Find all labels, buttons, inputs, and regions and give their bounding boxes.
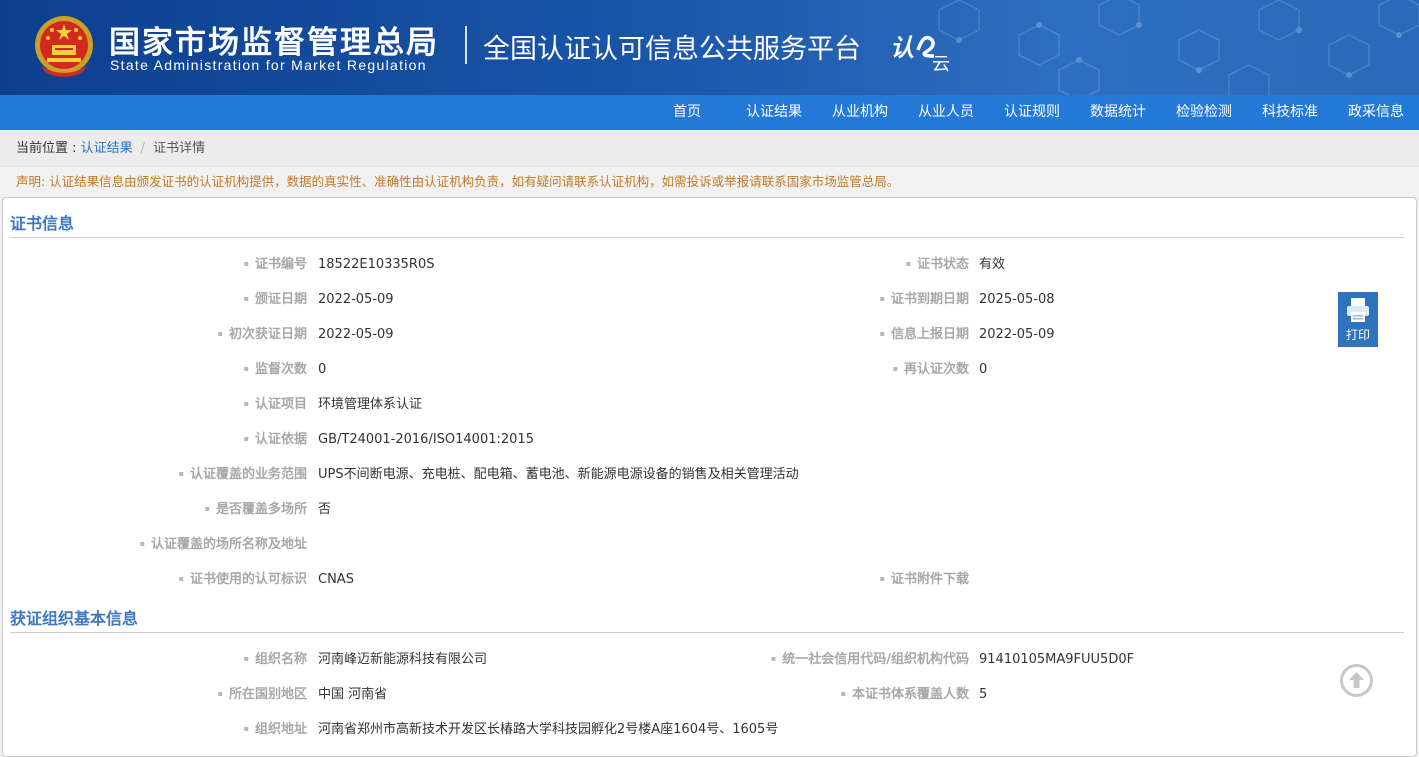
- field-row: 是否覆盖多场所 否: [0, 500, 1419, 520]
- field-value-issue-date: 2022-05-09: [318, 292, 394, 307]
- breadcrumb: 当前位置 : 认证结果 / 证书详情: [0, 130, 1419, 167]
- org-name-en: State Administration for Market Regulati…: [110, 57, 427, 73]
- field-value-covered-people: 5: [979, 687, 988, 702]
- platform-title: 全国认证认可信息公共服务平台: [483, 34, 861, 65]
- field-label: 证书状态: [906, 255, 969, 276]
- hexagon-pattern-decoration: [938, 0, 1419, 95]
- field-label: 证书编号: [244, 255, 307, 276]
- field-label: 监督次数: [244, 360, 307, 381]
- field-value-supervision-count: 0: [318, 362, 327, 377]
- field-row: 组织地址 河南省郑州市高新技术开发区长椿路大学科技园孵化2号楼A座1604号、1…: [0, 720, 1419, 740]
- field-label: 再认证次数: [893, 360, 969, 381]
- nav-cert-results[interactable]: 认证结果: [731, 95, 817, 130]
- renzheng-cloud-logo: 认 云: [890, 34, 950, 72]
- nav-procurement[interactable]: 政采信息: [1333, 95, 1419, 130]
- field-value-first-date: 2022-05-09: [318, 327, 394, 342]
- field-row: 认证覆盖的场所名称及地址: [0, 535, 1419, 555]
- org-name-cn: 国家市场监督管理总局: [109, 25, 439, 61]
- field-label: 信息上报日期: [880, 325, 969, 346]
- field-row: 证书使用的认可标识 CNAS 证书附件下载: [0, 570, 1419, 590]
- field-label: 是否覆盖多场所: [205, 500, 307, 521]
- field-row: 所在国别地区 中国 河南省 本证书体系覆盖人数 5: [0, 685, 1419, 705]
- field-value-cert-number: 18522E10335R0S: [318, 257, 435, 272]
- section-title-certificate: 证书信息: [10, 214, 75, 233]
- attachment-download-link[interactable]: 证书附件下载: [880, 570, 969, 591]
- svg-text:认: 认: [890, 34, 914, 62]
- back-to-top-icon: [1349, 672, 1364, 688]
- field-label: 所在国别地区: [218, 685, 307, 706]
- field-value-accreditation-mark: CNAS: [318, 572, 354, 587]
- nav-statistics[interactable]: 数据统计: [1075, 95, 1161, 130]
- national-emblem-icon: [35, 16, 93, 77]
- field-label: 证书到期日期: [880, 290, 969, 311]
- field-label: 组织名称: [244, 650, 307, 671]
- disclaimer-notice: 声明: 认证结果信息由颁发证书的认证机构提供，数据的真实性、准确性由认证机构负责…: [0, 167, 1419, 197]
- field-label: 认证项目: [244, 395, 307, 416]
- field-row: 认证依据 GB/T24001-2016/ISO14001:2015: [0, 430, 1419, 450]
- nav-standards[interactable]: 科技标准: [1247, 95, 1333, 130]
- section-divider: [10, 632, 1404, 633]
- field-row: 证书编号 18522E10335R0S 证书状态 有效: [0, 255, 1419, 275]
- field-label: 初次获证日期: [218, 325, 307, 346]
- header-separator: [465, 26, 467, 64]
- breadcrumb-link-cert-results[interactable]: 认证结果: [81, 141, 133, 156]
- breadcrumb-prefix: 当前位置 :: [16, 141, 81, 156]
- section-title-organization: 获证组织基本信息: [10, 609, 139, 628]
- printer-icon: [1347, 298, 1369, 322]
- field-value-report-date: 2022-05-09: [979, 327, 1055, 342]
- field-label: 统一社会信用代码/组织机构代码: [771, 650, 969, 671]
- field-value-recert-count: 0: [979, 362, 988, 377]
- field-row: 颁证日期 2022-05-09 证书到期日期 2025-05-08: [0, 290, 1419, 310]
- field-value-org-address: 河南省郑州市高新技术开发区长椿路大学科技园孵化2号楼A座1604号、1605号: [318, 722, 779, 737]
- section-divider: [10, 237, 1404, 238]
- nav-home[interactable]: 首页: [658, 95, 731, 130]
- nav-personnel[interactable]: 从业人员: [903, 95, 989, 130]
- breadcrumb-current: 证书详情: [153, 141, 206, 156]
- print-button[interactable]: 打印: [1338, 292, 1378, 347]
- field-value-cert-project: 环境管理体系认证: [318, 397, 423, 412]
- field-value-cert-status: 有效: [979, 257, 1006, 272]
- field-label: 本证书体系覆盖人数: [841, 685, 969, 706]
- field-label: 组织地址: [244, 720, 307, 741]
- field-label: 认证覆盖的业务范围: [179, 465, 307, 486]
- field-row: 初次获证日期 2022-05-09 信息上报日期 2022-05-09: [0, 325, 1419, 345]
- field-label: 证书使用的认可标识: [179, 570, 307, 591]
- field-value-region: 中国 河南省: [318, 687, 388, 702]
- field-label: 颁证日期: [244, 290, 307, 311]
- field-row: 认证覆盖的业务范围 UPS不间断电源、充电桩、配电箱、蓄电池、新能源电源设备的销…: [0, 465, 1419, 485]
- field-value-cert-basis: GB/T24001-2016/ISO14001:2015: [318, 432, 534, 447]
- back-to-top-button[interactable]: [1340, 664, 1373, 697]
- site-header: 国家市场监督管理总局 State Administration for Mark…: [0, 0, 1419, 95]
- breadcrumb-divider: /: [140, 141, 146, 156]
- main-nav: 首页 认证结果 从业机构 从业人员 认证规则 数据统计 检验检测 科技标准 政采…: [0, 95, 1419, 130]
- field-value-multi-site: 否: [318, 502, 332, 517]
- field-value-expiry-date: 2025-05-08: [979, 292, 1055, 307]
- field-row: 认证项目 环境管理体系认证: [0, 395, 1419, 415]
- print-label: 打印: [1345, 328, 1370, 342]
- field-label: 认证依据: [244, 430, 307, 451]
- nav-institutions[interactable]: 从业机构: [817, 95, 903, 130]
- field-row: 监督次数 0 再认证次数 0: [0, 360, 1419, 380]
- field-row: 组织名称 河南峰迈新能源科技有限公司 统一社会信用代码/组织机构代码 91410…: [0, 650, 1419, 670]
- nav-inspection[interactable]: 检验检测: [1161, 95, 1247, 130]
- field-value-business-scope: UPS不间断电源、充电桩、配电箱、蓄电池、新能源电源设备的销售及相关管理活动: [318, 467, 799, 482]
- field-value-credit-code: 91410105MA9FUU5D0F: [979, 652, 1135, 667]
- field-label: 认证覆盖的场所名称及地址: [140, 535, 307, 556]
- nav-rules[interactable]: 认证规则: [989, 95, 1075, 130]
- field-value-org-name: 河南峰迈新能源科技有限公司: [318, 652, 488, 667]
- svg-text:云: 云: [932, 54, 950, 72]
